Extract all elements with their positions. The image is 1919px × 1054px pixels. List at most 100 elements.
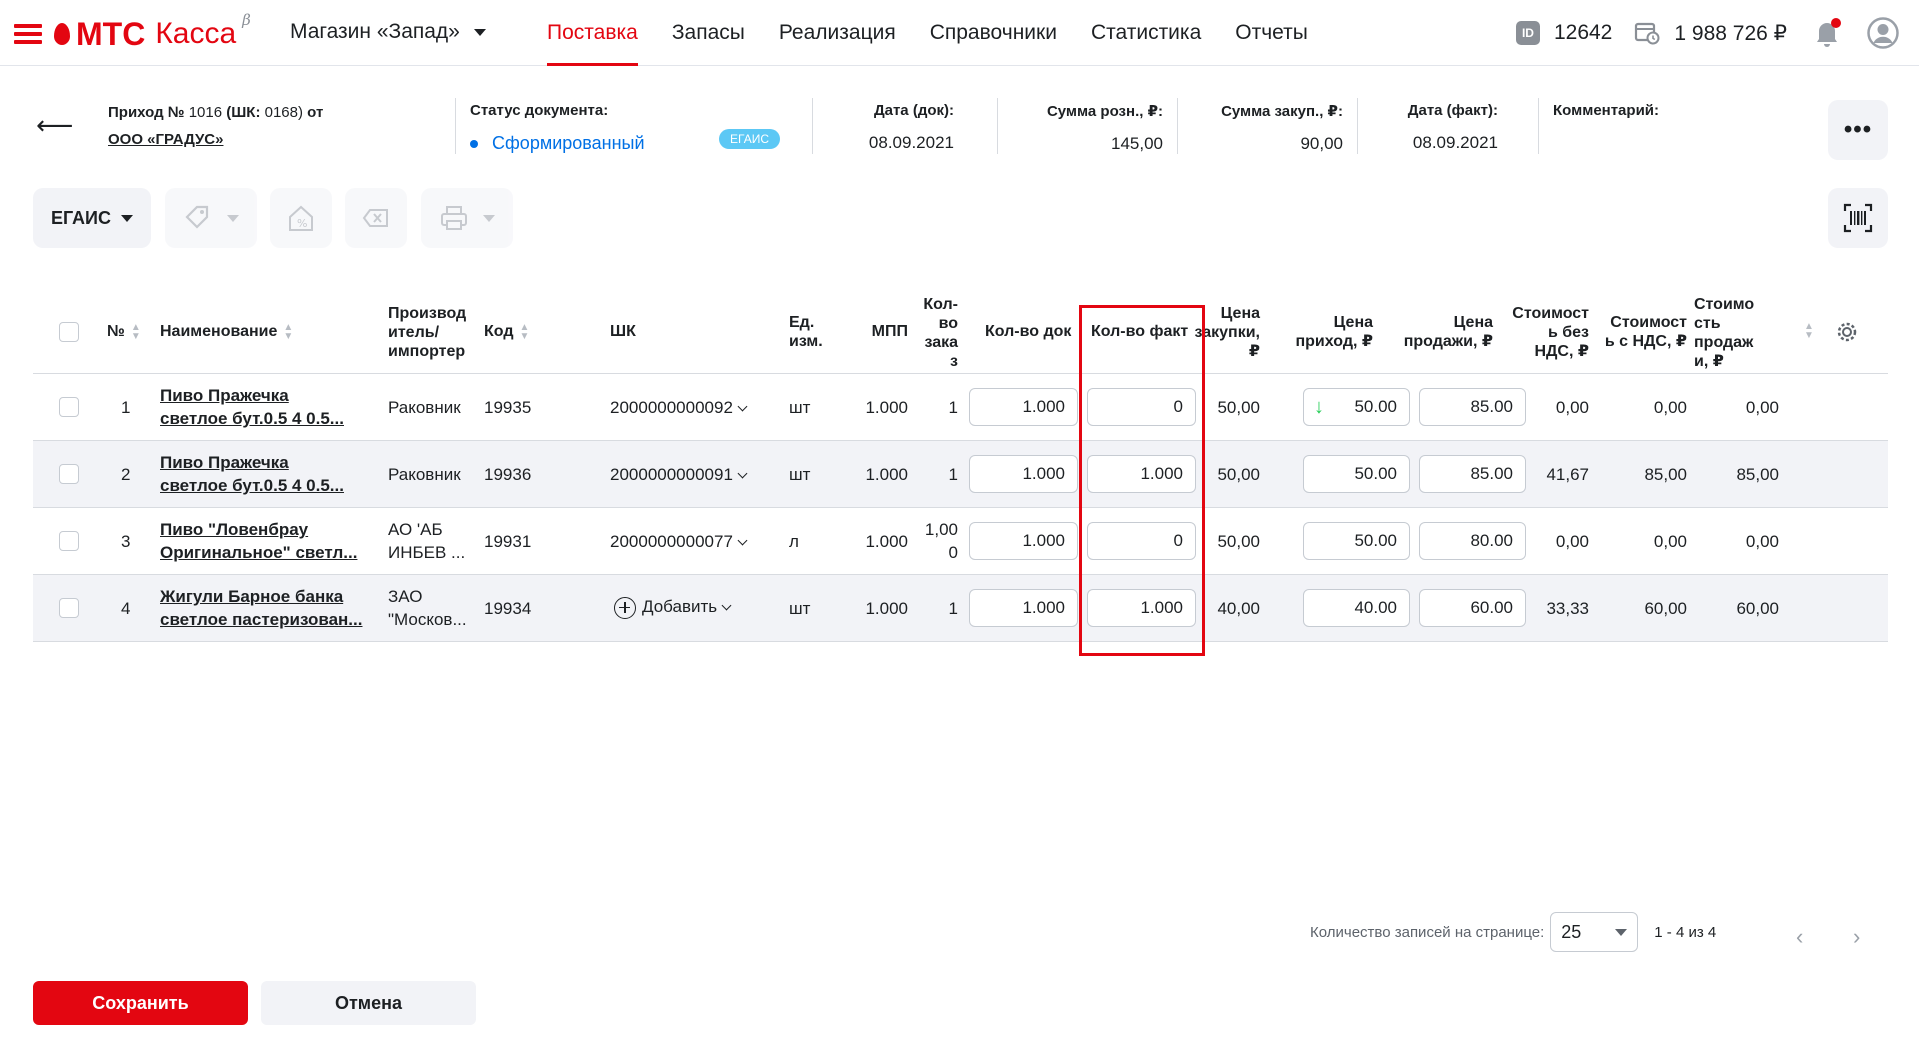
status-dot-icon	[470, 139, 478, 148]
column-header-qty-order: Кол-во зака з	[923, 296, 958, 370]
price-in-input[interactable]: 50.00	[1303, 455, 1410, 493]
add-circle-icon	[614, 596, 636, 619]
per-page-select[interactable]: 25	[1550, 912, 1639, 952]
table-row: 4 Жигули Барное банка светлое пастеризов…	[33, 575, 1888, 642]
product-code: 19931	[484, 532, 532, 551]
row-number: 3	[121, 532, 131, 551]
barcode-scan-button[interactable]	[1828, 188, 1888, 248]
qty-fact-input[interactable]: 0	[1087, 388, 1196, 426]
qty-doc-input[interactable]: 1.000	[969, 522, 1078, 560]
row-number: 1	[121, 398, 131, 417]
add-barcode-button[interactable]: Добавить	[614, 595, 732, 619]
qty-doc-input[interactable]: 1.000	[969, 388, 1078, 426]
row-checkbox[interactable]	[59, 531, 79, 551]
prev-page-icon[interactable]: ‹	[1796, 924, 1803, 950]
barcode-dropdown[interactable]: 2000000000077	[610, 530, 748, 553]
column-header-num[interactable]: № ▲ ▼	[107, 322, 141, 341]
column-header-cost-novat: Стоимост ь без НДС, ₽	[1512, 305, 1589, 360]
qty-doc-input[interactable]: 1.000	[969, 455, 1078, 493]
column-header-price-in: Цена приход, ₽	[1295, 314, 1373, 350]
product-code: 19934	[484, 599, 532, 618]
cost-sale-value: 85,00	[1736, 465, 1779, 484]
mpp-value: 1.000	[865, 398, 908, 417]
save-button[interactable]: Сохранить	[33, 981, 248, 1025]
column-header-name[interactable]: Наименование ▲ ▼	[160, 322, 293, 341]
back-arrow-icon[interactable]: ⟵	[36, 110, 73, 141]
app-logo[interactable]: МТС Касса β	[54, 11, 251, 54]
product-name-link[interactable]: Пиво "Ловенбрау Оригинальное" светл...	[160, 518, 357, 564]
cash-register-icon[interactable]	[1634, 21, 1660, 45]
qty-fact-input[interactable]: 1.000	[1087, 589, 1196, 627]
qty-doc-input[interactable]: 1.000	[969, 589, 1078, 627]
table-row: 2 Пиво Пражечка светлое бут.0.5 4 0.5...…	[33, 441, 1888, 508]
document-title: Приход № 1016 (ШК: 0168) от	[108, 102, 323, 124]
cost-novat-value: 0,00	[1555, 398, 1589, 417]
comment-label: Комментарий:	[1553, 102, 1660, 119]
cancel-button[interactable]: Отмена	[261, 981, 476, 1025]
cost-novat-value: 41,67	[1546, 465, 1589, 484]
egais-menu-button[interactable]: ЕГАИС	[33, 188, 151, 248]
store-selector[interactable]: Магазин «Запад»	[290, 20, 486, 44]
cost-vat-value: 60,00	[1644, 599, 1687, 618]
supplier-link[interactable]: ООО «ГРАДУС»	[108, 131, 223, 148]
qty-fact-input[interactable]: 0	[1087, 522, 1196, 560]
row-checkbox[interactable]	[59, 464, 79, 484]
mpp-value: 1.000	[865, 532, 908, 551]
sort-icon: ▲ ▼	[519, 321, 530, 342]
nav-item-supply[interactable]: Поставка	[530, 0, 655, 66]
select-all-checkbox[interactable]	[59, 322, 79, 342]
sum-purchase-block: Сумма закуп., ₽: 90,00	[1190, 102, 1343, 154]
header-right-block: ID 12642 1 988 726 ₽	[1515, 0, 1919, 66]
menu-burger-icon[interactable]	[14, 24, 42, 44]
barcode-dropdown[interactable]: 2000000000091	[610, 463, 748, 486]
nav-item-references[interactable]: Справочники	[913, 0, 1074, 66]
divider	[455, 98, 456, 154]
date-fact-label: Дата (факт):	[1407, 102, 1498, 119]
chevron-down-icon	[121, 214, 133, 222]
date-doc-value: 08.09.2021	[868, 133, 954, 152]
nav-item-statistics[interactable]: Статистика	[1074, 0, 1218, 66]
user-id: 12642	[1553, 21, 1613, 44]
price-tag-button[interactable]	[165, 188, 257, 248]
table-header: № ▲ ▼ Наименование ▲ ▼ Производ итель/импорте…	[33, 288, 1888, 374]
nav-item-sales[interactable]: Реализация	[762, 0, 913, 66]
markup-button[interactable]: %	[270, 188, 332, 248]
sum-purchase-value: 90,00	[1300, 134, 1343, 153]
settings-gear-icon[interactable]	[1836, 321, 1858, 343]
top-navigation-bar: МТС Касса β Магазин «Запад» Поставка Зап…	[0, 0, 1919, 66]
product-name-link[interactable]: Жигули Барное банка светлое пастеризован…	[160, 585, 362, 631]
price-in-input[interactable]: ↓ 50.00	[1303, 388, 1410, 426]
column-header-mpp: МПП	[871, 323, 908, 340]
cost-vat-value: 0,00	[1653, 398, 1687, 417]
unit-value: л	[789, 532, 799, 551]
sort-icon[interactable]: ▲ ▼	[1804, 322, 1814, 341]
nav-item-stock[interactable]: Запасы	[655, 0, 762, 66]
print-button[interactable]	[421, 188, 513, 248]
price-in-input[interactable]: 40.00	[1303, 589, 1410, 627]
product-name-link[interactable]: Пиво Пражечка светлое бут.0.5 4 0.5...	[160, 451, 344, 497]
price-in-input[interactable]: 50.00	[1303, 522, 1410, 560]
barcode-dropdown[interactable]: 2000000000092	[610, 396, 748, 419]
next-page-icon[interactable]: ›	[1853, 924, 1860, 950]
notifications-bell-icon[interactable]	[1813, 18, 1841, 48]
nav-item-reports[interactable]: Отчеты	[1218, 0, 1325, 66]
table-row: 1 Пиво Пражечка светлое бут.0.5 4 0.5...…	[33, 374, 1888, 441]
column-header-code[interactable]: Код ▲ ▼	[484, 322, 529, 341]
unit-value: шт	[789, 599, 811, 618]
row-checkbox[interactable]	[59, 598, 79, 618]
doc-title-prefix: Приход №	[108, 104, 185, 121]
producer-value: АО 'АБ ИНБЕВ ...	[388, 520, 466, 562]
column-header-cost-sale[interactable]: Стоимо сть продаж и, ₽	[1694, 295, 1754, 371]
main-nav: Поставка Запасы Реализация Справочники С…	[530, 0, 1325, 66]
profile-avatar-icon[interactable]	[1867, 17, 1899, 49]
row-checkbox[interactable]	[59, 397, 79, 417]
more-actions-button[interactable]: •••	[1828, 100, 1888, 160]
qty-fact-input[interactable]: 1.000	[1087, 455, 1196, 493]
date-fact-value: 08.09.2021	[1412, 133, 1498, 152]
per-page-value: 25	[1561, 921, 1582, 942]
status-value: Сформированный	[470, 133, 645, 154]
column-header-price-purchase: Цена закупки, ₽	[1194, 305, 1261, 360]
home-percent-icon: %	[289, 205, 313, 231]
product-name-link[interactable]: Пиво Пражечка светлое бут.0.5 4 0.5...	[160, 384, 344, 430]
clear-button[interactable]	[345, 188, 407, 248]
